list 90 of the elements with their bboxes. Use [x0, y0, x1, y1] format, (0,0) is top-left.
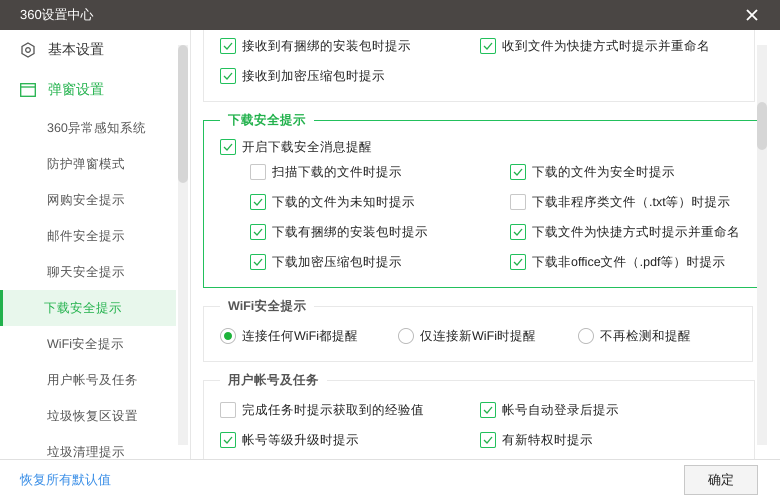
- sidebar-item[interactable]: 垃圾恢复区设置: [0, 398, 176, 434]
- check-icon: [513, 168, 523, 176]
- option-label: 接收到有捆绑的安装包时提示: [242, 38, 411, 54]
- option-label: 下载文件为快捷方式时提示并重命名: [532, 224, 740, 240]
- checkbox[interactable]: [510, 224, 526, 240]
- check-icon: [253, 198, 263, 206]
- option-label: 下载有捆绑的安装包时提示: [272, 224, 428, 240]
- radio-option[interactable]: 不再检测和提醒: [578, 321, 738, 351]
- checkbox-option[interactable]: 开启下载安全消息提醒: [220, 137, 750, 157]
- checkbox-option[interactable]: 下载的文件为安全时提示: [510, 157, 750, 187]
- option-label: 仅连接新WiFi时提醒: [420, 328, 536, 344]
- option-label: 下载非程序类文件（.txt等）时提示: [532, 194, 731, 210]
- sidebar-item[interactable]: 防护弹窗模式: [0, 146, 176, 182]
- checkbox[interactable]: [480, 432, 496, 448]
- check-icon: [223, 42, 233, 50]
- option-label: 帐号等级升级时提示: [242, 432, 359, 448]
- checkbox[interactable]: [510, 164, 526, 180]
- group-title: 用户帐号及任务: [226, 372, 320, 389]
- checkbox[interactable]: [220, 68, 236, 84]
- check-icon: [513, 258, 523, 266]
- checkbox[interactable]: [250, 164, 266, 180]
- sidebar-item[interactable]: 360异常感知系统: [0, 110, 176, 146]
- radio-button[interactable]: [398, 328, 414, 344]
- checkbox[interactable]: [250, 254, 266, 270]
- option-label: 连接任何WiFi都提醒: [242, 328, 358, 344]
- sidebar-item[interactable]: 邮件安全提示: [0, 218, 176, 254]
- ok-button[interactable]: 确定: [684, 465, 758, 495]
- scrollbar-thumb[interactable]: [178, 45, 188, 183]
- sidebar-item[interactable]: 聊天安全提示: [0, 254, 176, 290]
- option-label: 不再检测和提醒: [600, 328, 691, 344]
- check-icon: [223, 72, 233, 80]
- checkbox-option[interactable]: 下载的文件为未知时提示: [250, 187, 510, 217]
- check-icon: [483, 42, 493, 50]
- option-label: 收到文件为快捷方式时提示并重命名: [502, 38, 710, 54]
- option-label: 下载加密压缩包时提示: [272, 254, 402, 270]
- option-label: 有新特权时提示: [502, 432, 593, 448]
- checkbox-option[interactable]: 有新特权时提示: [480, 425, 740, 455]
- check-icon: [483, 436, 493, 444]
- radio-option[interactable]: 仅连接新WiFi时提醒: [398, 321, 578, 351]
- group-title: WiFi安全提示: [227, 298, 308, 315]
- checkbox[interactable]: [220, 402, 236, 418]
- check-icon: [223, 143, 233, 151]
- option-label: 完成任务时提示获取到的经验值: [242, 402, 424, 418]
- window-title: 360设置中心: [20, 6, 94, 24]
- checkbox[interactable]: [250, 194, 266, 210]
- scrollbar-thumb[interactable]: [757, 102, 767, 150]
- hexagon-icon: [20, 42, 36, 58]
- checkbox-option[interactable]: 下载加密压缩包时提示: [250, 247, 510, 277]
- checkbox-option[interactable]: 接收到有捆绑的安装包时提示: [220, 31, 480, 61]
- checkbox-option[interactable]: 下载非office文件（.pdf等）时提示: [510, 247, 750, 277]
- window-icon: [20, 83, 36, 97]
- radio-button[interactable]: [578, 328, 594, 344]
- checkbox-option[interactable]: 帐号自动登录后提示: [480, 395, 740, 425]
- checkbox-option[interactable]: 完成任务时提示获取到的经验值: [220, 395, 480, 425]
- checkbox-option[interactable]: 下载非程序类文件（.txt等）时提示: [510, 187, 750, 217]
- checkbox[interactable]: [510, 254, 526, 270]
- option-label: 扫描下载的文件时提示: [272, 164, 402, 180]
- checkbox[interactable]: [220, 139, 236, 155]
- option-label: 下载非office文件（.pdf等）时提示: [532, 254, 726, 270]
- check-icon: [513, 228, 523, 236]
- sidebar-category[interactable]: 基本设置: [0, 30, 176, 70]
- check-icon: [223, 436, 233, 444]
- radio-button[interactable]: [220, 328, 236, 344]
- sidebar-item[interactable]: 网购安全提示: [0, 182, 176, 218]
- check-icon: [253, 228, 263, 236]
- option-label: 帐号自动登录后提示: [502, 402, 619, 418]
- sidebar-item[interactable]: 用户帐号及任务: [0, 362, 176, 398]
- option-label: 下载的文件为安全时提示: [532, 164, 675, 180]
- checkbox[interactable]: [220, 432, 236, 448]
- option-label: 下载的文件为未知时提示: [272, 194, 415, 210]
- option-label: 开启下载安全消息提醒: [242, 138, 372, 156]
- checkbox-option[interactable]: 下载文件为快捷方式时提示并重命名: [510, 217, 750, 247]
- close-icon[interactable]: [746, 9, 758, 21]
- checkbox-option[interactable]: 下载有捆绑的安装包时提示: [250, 217, 510, 247]
- checkbox-option[interactable]: 帐号等级升级时提示: [220, 425, 480, 455]
- checkbox[interactable]: [220, 38, 236, 54]
- checkbox-option[interactable]: 接收到加密压缩包时提示: [220, 61, 480, 91]
- radio-option[interactable]: 连接任何WiFi都提醒: [220, 321, 398, 351]
- sidebar-item[interactable]: 垃圾清理提示: [0, 434, 176, 459]
- checkbox[interactable]: [480, 402, 496, 418]
- checkbox[interactable]: [250, 224, 266, 240]
- check-icon: [483, 406, 493, 414]
- sidebar-item[interactable]: WiFi安全提示: [0, 326, 176, 362]
- option-label: 接收到加密压缩包时提示: [242, 68, 385, 84]
- checkbox[interactable]: [480, 38, 496, 54]
- group-title: 下载安全提示: [227, 112, 307, 129]
- check-icon: [253, 258, 263, 266]
- checkbox[interactable]: [510, 194, 526, 210]
- checkbox-option[interactable]: 扫描下载的文件时提示: [250, 157, 510, 187]
- checkbox-option[interactable]: 收到文件为快捷方式时提示并重命名: [480, 31, 740, 61]
